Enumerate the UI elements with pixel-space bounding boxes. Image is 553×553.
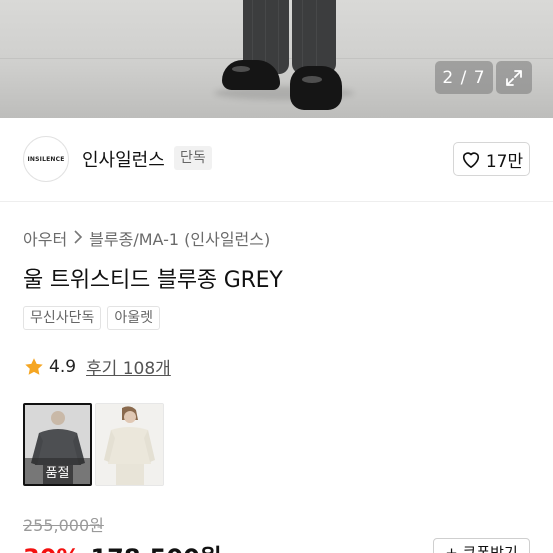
breadcrumb-item-outer[interactable]: 아우터 [23, 226, 67, 250]
trouser-stripe [278, 0, 279, 74]
ivory-jacket-image [96, 404, 163, 485]
original-price: 255,000원 [23, 516, 104, 535]
product-image-gallery[interactable]: 2 / 7 [0, 0, 553, 118]
rating-row: 4.9 후기 108개 [23, 354, 171, 379]
tag-outlet: 아울렛 [107, 306, 161, 330]
exclusive-badge: 단독 [174, 146, 212, 170]
chevron-right-icon [73, 229, 83, 248]
trouser-stripe [302, 0, 303, 74]
brand-row: INSILENCE 인사일런스 단독 17만 [0, 118, 553, 202]
price-row: 30% 178,500원 [23, 538, 222, 553]
star-icon [25, 357, 43, 375]
product-tags: 무신사단독 아울렛 [23, 306, 161, 330]
coupon-button[interactable]: + 쿠폰받기 [433, 538, 530, 553]
shoe-highlight [302, 76, 322, 83]
product-title: 울 트위스티드 블루종 GREY [23, 268, 283, 293]
shoe-left [222, 60, 280, 90]
shoe-right [290, 66, 342, 110]
discount-rate: 30% [23, 544, 80, 553]
image-counter: 2 / 7 [435, 61, 493, 94]
brand-name-link[interactable]: 인사일런스 [82, 146, 165, 172]
expand-button[interactable] [496, 61, 532, 94]
rating-score: 4.9 [49, 356, 77, 377]
color-option-ivory[interactable] [95, 403, 164, 486]
breadcrumb-item-category[interactable]: 블루종/MA-1 (인사일런스) [89, 226, 270, 250]
trouser-right [292, 0, 336, 74]
trouser-stripe [316, 0, 317, 74]
reviews-link[interactable]: 후기 108개 [86, 354, 171, 379]
shoe-highlight [232, 66, 250, 72]
heart-icon [462, 152, 479, 168]
sale-price: 178,500원 [90, 538, 221, 553]
breadcrumb: 아우터 블루종/MA-1 (인사일런스) [23, 226, 270, 250]
tag-musinsa-exclusive: 무신사단독 [23, 306, 102, 330]
like-button[interactable]: 17만 [453, 142, 530, 176]
like-count: 17만 [485, 151, 524, 172]
sold-out-label: 품절 [25, 458, 90, 484]
expand-arrows-icon [506, 69, 522, 86]
brand-logo[interactable]: INSILENCE [23, 136, 69, 182]
color-option-grey[interactable]: 품절 [23, 403, 92, 486]
